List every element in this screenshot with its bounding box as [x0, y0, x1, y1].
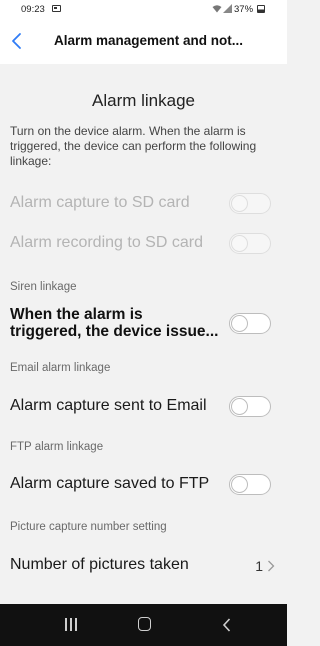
pictures-label: Number of pictures taken — [10, 556, 189, 573]
siren-group-header: Siren linkage — [10, 281, 77, 293]
section-title: Alarm linkage — [92, 91, 195, 110]
back-icon[interactable] — [10, 32, 24, 50]
status-bar: 09:23 37% — [0, 0, 287, 18]
section-description: Turn on the device alarm. When the alarm… — [10, 124, 257, 168]
sd-recording-label: Alarm recording to SD card — [10, 234, 203, 251]
siren-label-line1: When the alarm is — [10, 306, 143, 323]
siren-label: When the alarm is triggered, the device … — [10, 306, 218, 340]
sd-capture-row: Alarm capture to SD card — [0, 190, 287, 218]
ftp-row: Alarm capture saved to FTP — [0, 471, 287, 497]
toggle-knob — [231, 235, 248, 252]
sd-recording-row: Alarm recording to SD card — [0, 229, 287, 257]
email-toggle[interactable] — [229, 396, 271, 417]
sd-capture-label: Alarm capture to SD card — [10, 194, 190, 211]
toggle-knob — [231, 398, 248, 415]
toggle-knob — [231, 476, 248, 493]
system-back-icon[interactable] — [222, 617, 232, 633]
ftp-group-header: FTP alarm linkage — [10, 441, 104, 453]
chevron-right-icon — [267, 559, 275, 572]
toggle-knob — [231, 195, 248, 212]
pictures-value: 1 — [255, 558, 263, 574]
pictures-row[interactable]: Number of pictures taken 1 — [0, 552, 287, 578]
page-title: Alarm management and not... — [54, 33, 244, 48]
status-time: 09:23 — [21, 4, 45, 15]
wifi-icon — [212, 4, 222, 15]
battery-percent: 37% — [234, 4, 254, 15]
email-label: Alarm capture sent to Email — [10, 397, 207, 414]
system-nav-bar — [0, 604, 287, 646]
home-icon[interactable] — [138, 617, 153, 633]
email-group-header: Email alarm linkage — [10, 362, 111, 374]
sd-recording-toggle[interactable] — [229, 233, 271, 254]
notification-icon — [52, 5, 61, 12]
email-row: Alarm capture sent to Email — [0, 394, 287, 420]
recents-icon[interactable] — [64, 617, 78, 633]
pictures-group-header: Picture capture number setting — [10, 521, 167, 533]
signal-icon — [223, 4, 232, 15]
siren-label-line2: triggered, the device issue... — [10, 323, 219, 340]
siren-toggle[interactable] — [229, 313, 271, 334]
header-bar: Alarm management and not... — [0, 18, 287, 64]
battery-icon — [257, 5, 265, 13]
ftp-toggle[interactable] — [229, 474, 271, 495]
siren-row: When the alarm is triggered, the device … — [0, 305, 287, 345]
toggle-knob — [231, 315, 248, 332]
sd-capture-toggle[interactable] — [229, 193, 271, 214]
ftp-label: Alarm capture saved to FTP — [10, 475, 210, 492]
